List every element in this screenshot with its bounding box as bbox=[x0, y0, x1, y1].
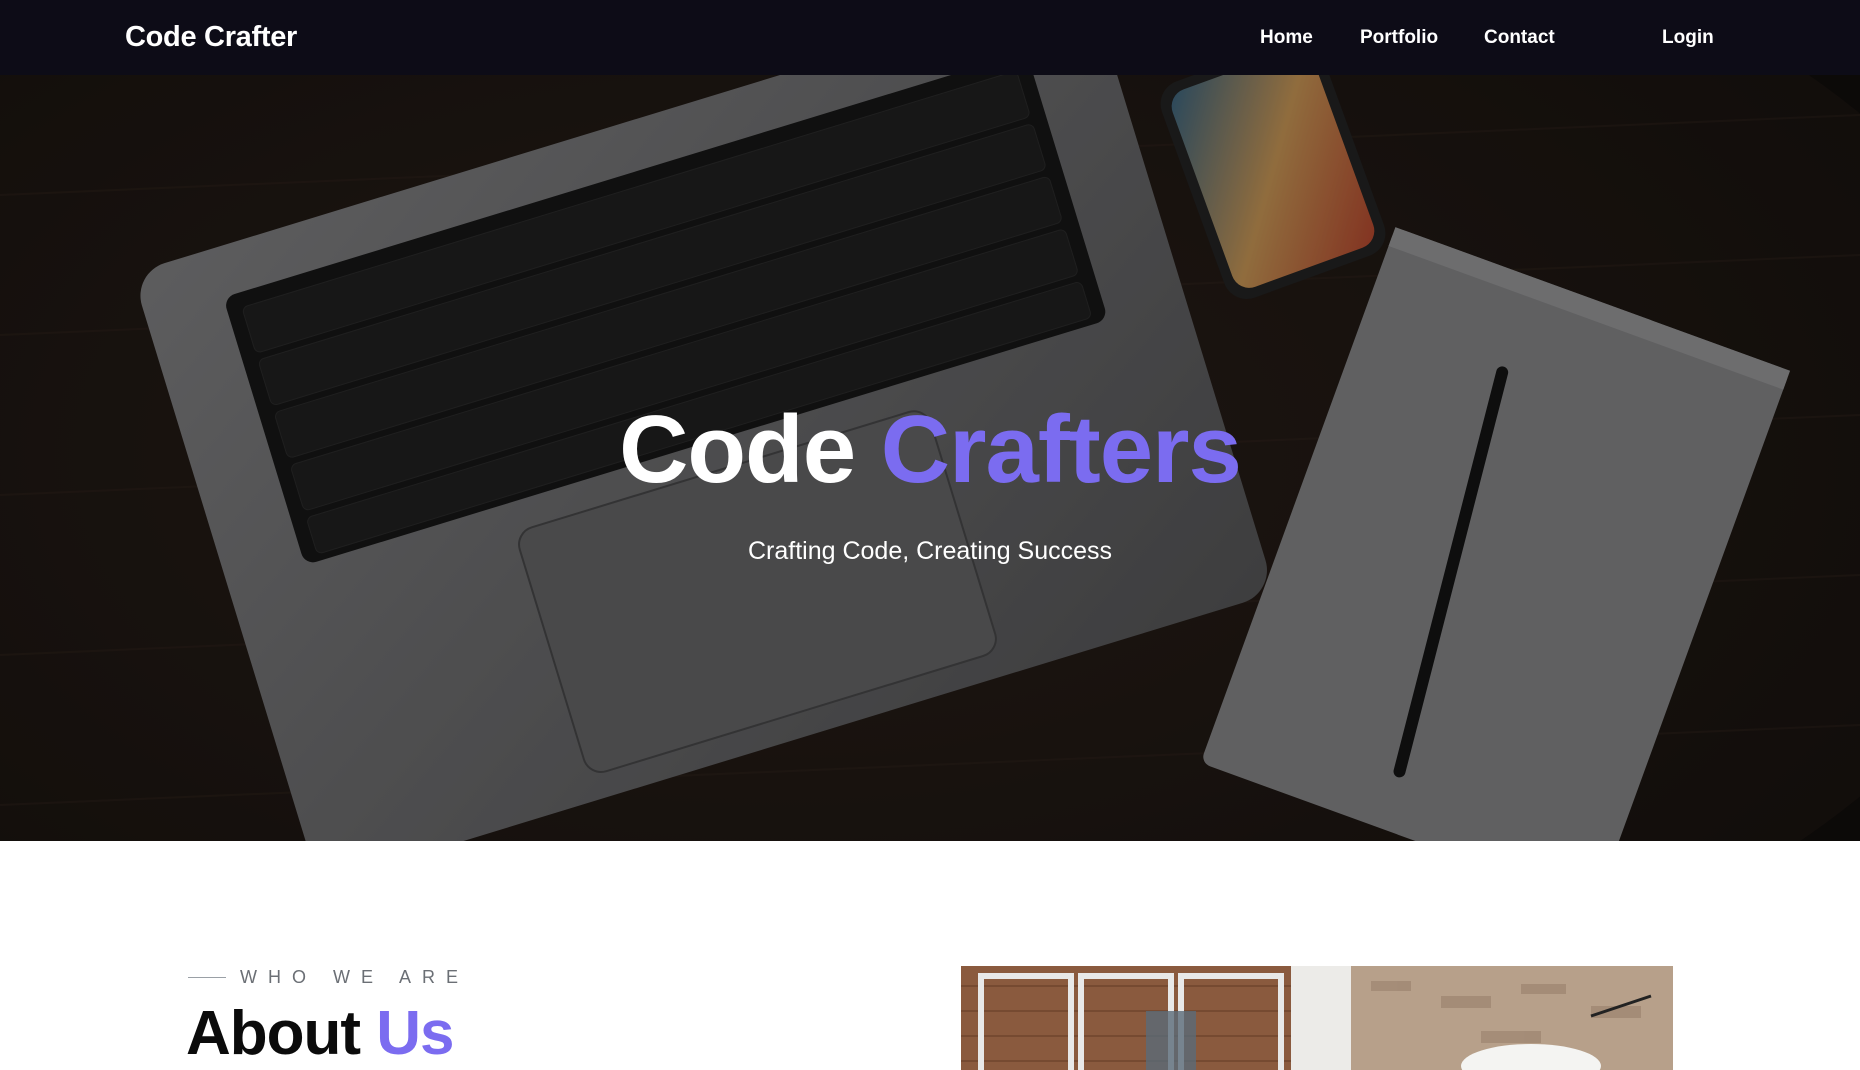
nav-home-link[interactable]: Home bbox=[1260, 0, 1313, 75]
eyebrow-text: WHO WE ARE bbox=[240, 966, 470, 987]
about-title: About Us bbox=[186, 998, 455, 1069]
about-office-image bbox=[961, 966, 1673, 1070]
eyebrow-divider bbox=[188, 976, 226, 978]
hero-title-primary: Code bbox=[619, 396, 856, 503]
hero-title: Code Crafters bbox=[0, 395, 1860, 505]
nav-links: Home Portfolio Contact Login bbox=[0, 0, 1860, 75]
hero-section: Code Crafters Crafting Code, Creating Su… bbox=[0, 75, 1860, 841]
about-title-accent: Us bbox=[376, 999, 454, 1068]
nav-portfolio-link[interactable]: Portfolio bbox=[1360, 0, 1438, 75]
about-eyebrow: WHO WE ARE bbox=[188, 965, 469, 989]
nav-login-link[interactable]: Login bbox=[1662, 0, 1714, 75]
hero-subtitle: Crafting Code, Creating Success bbox=[747, 537, 1113, 565]
hero-title-accent: Crafters bbox=[880, 396, 1242, 503]
navbar: Code Crafter Home Portfolio Contact Logi… bbox=[0, 0, 1860, 75]
nav-contact-link[interactable]: Contact bbox=[1484, 0, 1555, 75]
about-title-primary: About bbox=[186, 999, 361, 1068]
office-photo bbox=[961, 966, 1673, 1070]
